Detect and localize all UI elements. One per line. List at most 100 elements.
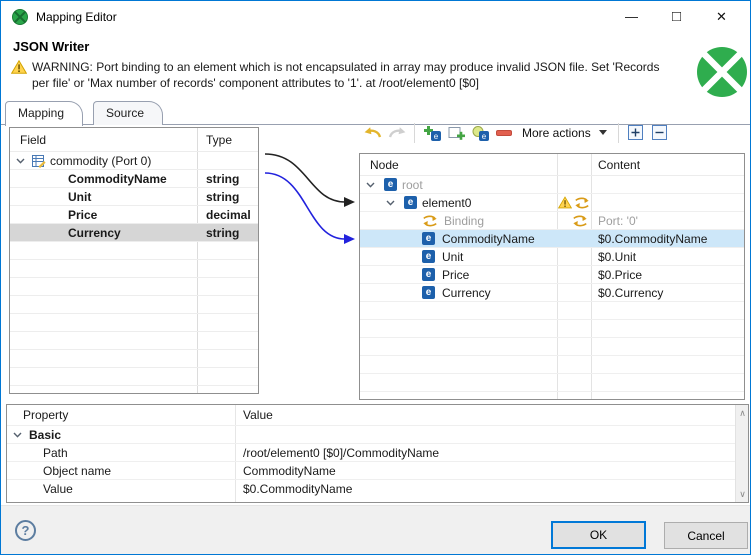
tab-mapping[interactable]: Mapping	[5, 101, 84, 126]
tree-row-price[interactable]: e Price $0.Price	[360, 266, 744, 284]
binding-icon	[573, 215, 587, 227]
titlebar[interactable]: Mapping Editor — □ ✕	[1, 1, 750, 32]
warning-banner: WARNING: Port binding to an element whic…	[11, 59, 671, 91]
node-tree-header: Node Content	[360, 154, 744, 176]
tree-row-unit[interactable]: e Unit $0.Unit	[360, 248, 744, 266]
empty-row	[360, 302, 744, 320]
toolbar-separator	[617, 122, 619, 143]
undo-icon	[364, 127, 382, 138]
window-title: Mapping Editor	[36, 9, 117, 24]
mapping-arrows	[264, 153, 355, 244]
property-row-path[interactable]: Path /root/element0 [$0]/CommodityName	[7, 443, 748, 461]
clover-app-icon	[12, 8, 28, 25]
type-column-header: Type	[206, 133, 233, 147]
remove-icon	[496, 129, 512, 136]
collapse-all-button[interactable]	[648, 121, 672, 145]
field-row-commodityname[interactable]: CommodityName string	[10, 170, 258, 188]
empty-row	[10, 260, 258, 278]
field-row-unit[interactable]: Unit string	[10, 188, 258, 206]
field-table-header: Field Type	[10, 128, 258, 152]
element-icon: e	[422, 268, 435, 281]
value-column-header: Value	[243, 408, 273, 422]
add-element-button[interactable]: e	[420, 121, 444, 145]
add-object-button[interactable]	[444, 121, 468, 145]
element-icon: e	[422, 286, 435, 299]
svg-text:e: e	[481, 132, 486, 141]
tree-row-binding[interactable]: Binding Port: '0'	[360, 212, 744, 230]
node-tree: Node Content e root e element0 Binding P…	[359, 153, 745, 410]
chevron-down-icon[interactable]	[16, 158, 25, 164]
more-actions-button[interactable]: More actions	[516, 121, 613, 145]
property-group-basic[interactable]: Basic	[7, 425, 748, 443]
property-header: Property Value	[7, 405, 748, 425]
binding-icon	[423, 215, 437, 227]
mapping-editor-dialog: Mapping Editor — □ ✕ JSON Writer WARNING…	[0, 0, 751, 555]
warning-icon	[558, 196, 572, 209]
redo-button[interactable]	[385, 121, 409, 145]
scroll-up-button[interactable]: ∧	[736, 406, 749, 420]
chevron-down-icon[interactable]	[13, 432, 22, 438]
ok-button[interactable]: OK	[551, 521, 646, 549]
collapse-all-icon	[652, 125, 668, 140]
empty-row	[360, 374, 744, 392]
tree-row-root[interactable]: e root	[360, 176, 744, 194]
property-row-value[interactable]: Value $0.CommodityName	[7, 479, 748, 497]
empty-row	[10, 278, 258, 296]
empty-row	[10, 350, 258, 368]
property-scrollbar[interactable]: ∧ ∨	[735, 405, 748, 502]
add-wildcard-element-icon: e	[472, 125, 489, 141]
redo-icon	[388, 127, 406, 138]
empty-row	[10, 296, 258, 314]
empty-row	[360, 320, 744, 338]
chevron-down-icon[interactable]	[386, 200, 395, 206]
content-column-header: Content	[598, 158, 641, 172]
add-wildcard-element-button[interactable]: e	[468, 121, 492, 145]
toolbar-separator	[414, 122, 415, 143]
tree-row-currency[interactable]: e Currency $0.Currency	[360, 284, 744, 302]
field-root-label: commodity (Port 0)	[50, 154, 152, 168]
field-row-currency-selected[interactable]: Currency string	[10, 224, 258, 242]
minimize-button[interactable]: —	[609, 1, 654, 32]
record-metadata-icon	[32, 155, 46, 168]
empty-row	[10, 368, 258, 386]
field-root-row[interactable]: commodity (Port 0)	[10, 152, 258, 170]
node-column-header: Node	[370, 158, 399, 172]
remove-button[interactable]	[492, 121, 516, 145]
component-title: JSON Writer	[13, 39, 90, 54]
expand-all-button[interactable]	[624, 121, 648, 145]
empty-row	[10, 332, 258, 350]
empty-row	[360, 356, 744, 374]
close-button[interactable]: ✕	[699, 1, 744, 32]
footer-bar: ? OK Cancel	[1, 505, 750, 554]
property-column-header: Property	[23, 408, 69, 422]
empty-row	[10, 314, 258, 332]
property-panel: Property Value Basic Path /root/element0…	[6, 404, 749, 503]
add-element-icon: e	[424, 125, 441, 141]
chevron-down-icon[interactable]	[366, 182, 375, 188]
field-row-price[interactable]: Price decimal	[10, 206, 258, 224]
field-column-header: Field	[20, 133, 47, 147]
svg-text:e: e	[434, 132, 439, 141]
cancel-button[interactable]: Cancel	[664, 522, 748, 549]
undo-button[interactable]	[361, 121, 385, 145]
property-row-object-name[interactable]: Object name CommodityName	[7, 461, 748, 479]
field-table: Field Type commodity (Port 0) CommodityN…	[9, 127, 259, 394]
element-icon: e	[384, 178, 397, 191]
element-icon: e	[422, 232, 435, 245]
tree-row-element0[interactable]: e element0	[360, 194, 744, 212]
maximize-button[interactable]: □	[654, 1, 699, 32]
scroll-down-button[interactable]: ∨	[736, 487, 749, 501]
warning-icon	[11, 60, 27, 74]
clover-logo	[697, 47, 747, 97]
help-button[interactable]: ?	[15, 520, 36, 541]
binding-icon	[575, 197, 589, 209]
add-object-icon	[448, 126, 465, 140]
warning-text: WARNING: Port binding to an element whic…	[32, 60, 660, 90]
tree-toolbar: e e More actions	[361, 119, 672, 146]
empty-row	[10, 242, 258, 260]
tree-row-commodityname-selected[interactable]: e CommodityName $0.CommodityName	[360, 230, 744, 248]
chevron-down-icon	[598, 130, 607, 135]
expand-all-icon	[628, 125, 644, 140]
element-icon: e	[404, 196, 417, 209]
tab-source[interactable]: Source	[93, 101, 164, 125]
